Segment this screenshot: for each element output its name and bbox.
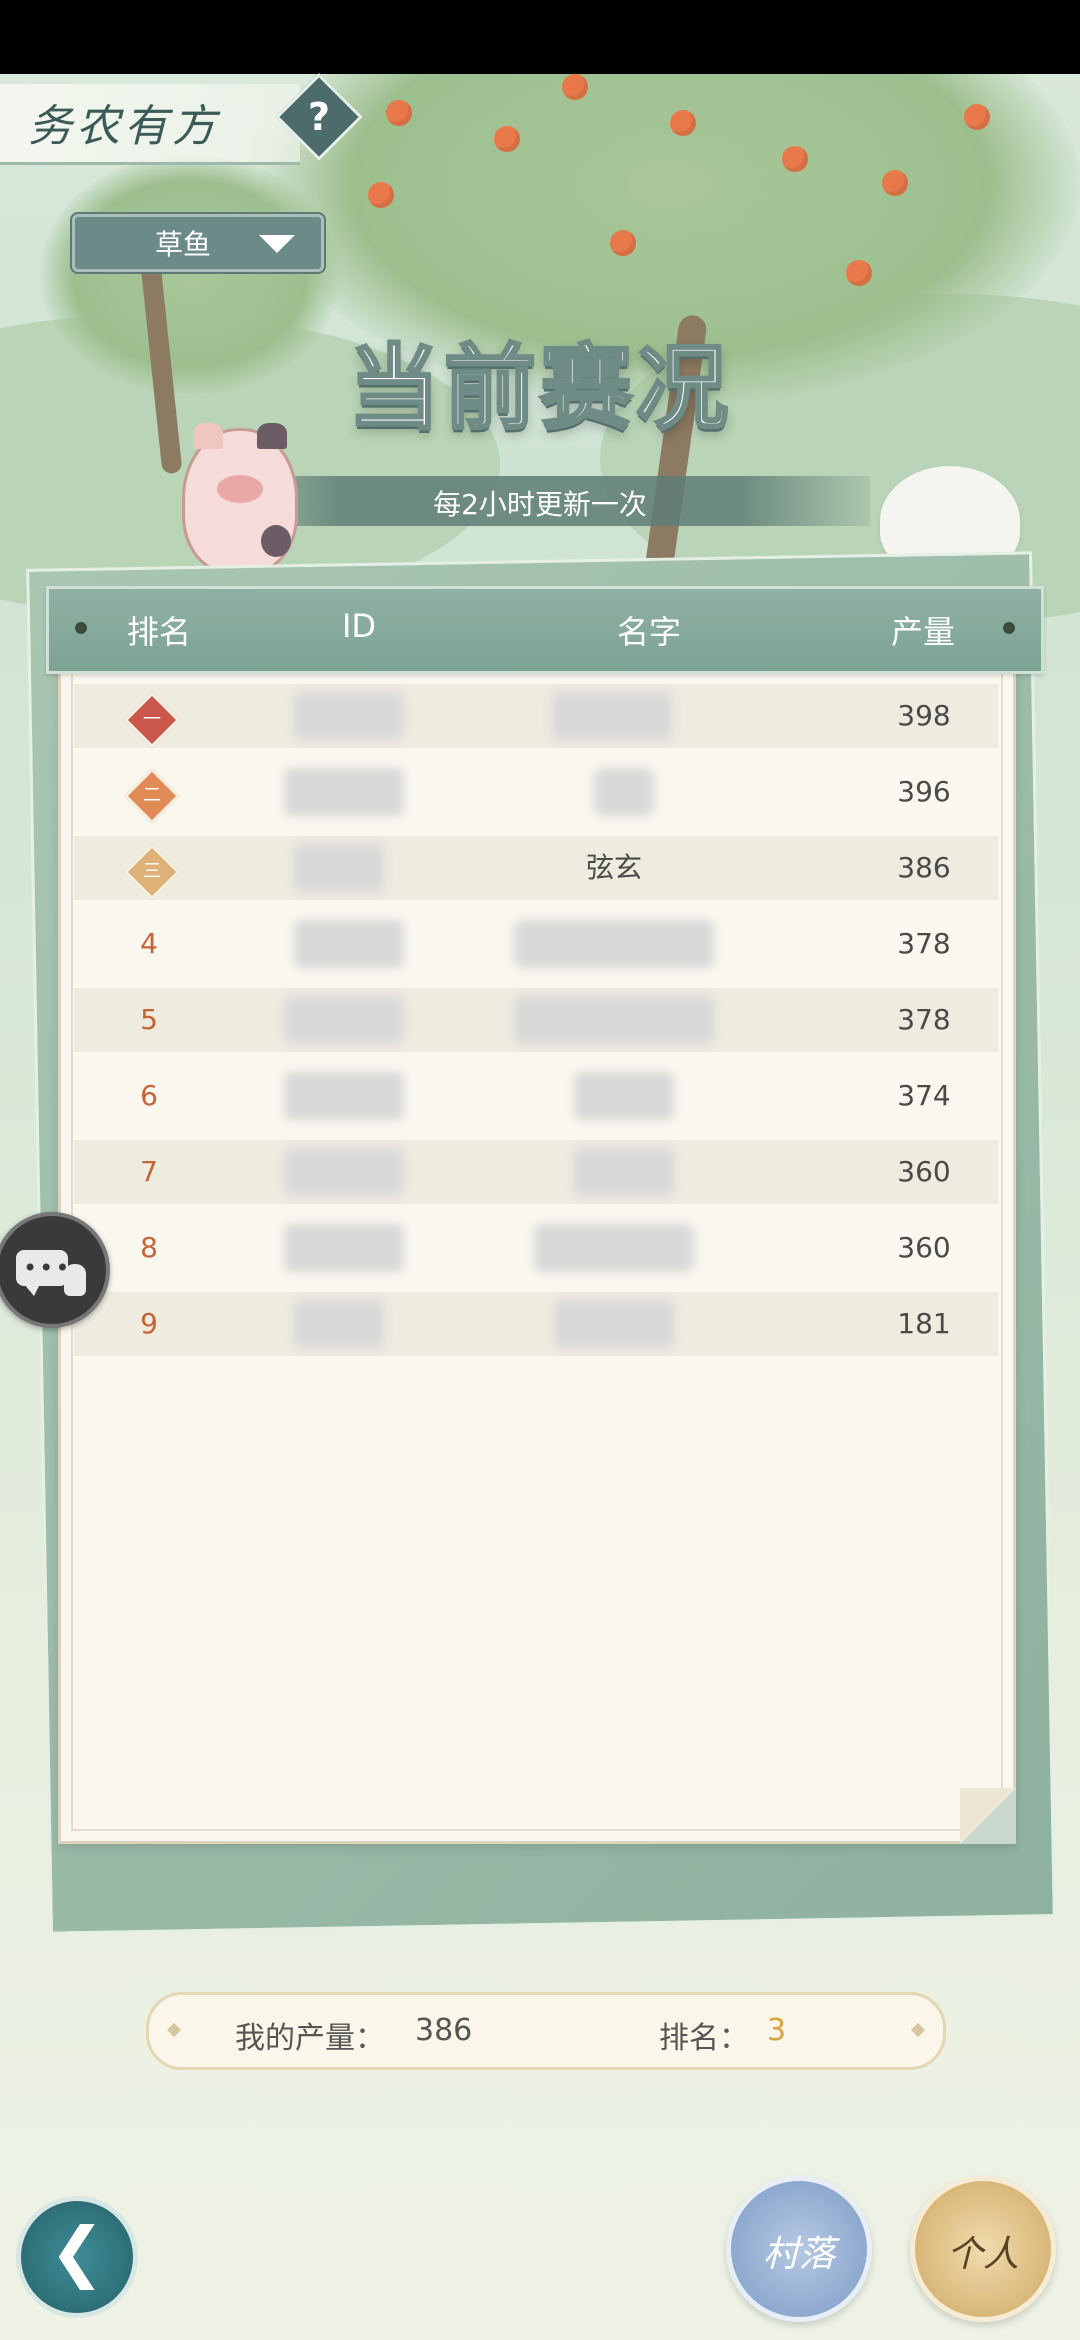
back-arrow-icon[interactable]: ❮ [16,2196,138,2318]
masked-name [514,920,714,968]
masked-name [514,996,714,1044]
masked-id [294,692,404,740]
table-row[interactable]: 一 398 [74,684,998,749]
masked-name [574,1148,674,1196]
masked-id [294,1300,384,1348]
page-curl-decoration [960,1788,1016,1844]
table-row[interactable]: 4 378 [74,912,998,976]
row-output: 398 [897,699,951,732]
rank-medal-icon: 二 [123,767,181,825]
masked-id [294,844,384,892]
masked-name [594,768,654,816]
table-row[interactable]: 7 360 [74,1140,998,1204]
column-header-id: ID [341,607,377,645]
leaderboard-header: 排名 ID 名字 产量 [46,586,1044,674]
personal-button[interactable]: 个人 [910,2176,1056,2322]
table-row[interactable]: 6 374 [74,1064,998,1128]
row-rank: 6 [140,1079,158,1112]
masked-id [284,1148,404,1196]
column-header-name: 名字 [616,613,681,651]
row-rank: 7 [140,1155,158,1188]
table-row[interactable]: 三 弦玄 386 [74,836,998,901]
masked-id [294,920,404,968]
update-note-banner: 每2小时更新一次 [210,476,870,526]
game-title-banner: 务农有方 [0,84,300,165]
pig-mascot-icon [182,423,298,574]
masked-id [284,1224,404,1272]
row-output: 360 [897,1231,951,1264]
masked-name [534,1224,694,1272]
masked-id [284,1072,404,1120]
row-output: 181 [897,1307,951,1340]
table-row[interactable]: 5 378 [74,988,998,1052]
table-row[interactable]: 8 360 [74,1216,998,1280]
chevron-down-icon [259,235,295,253]
rank-medal-icon: 三 [123,843,181,901]
column-header-rank: 排名 [126,613,191,651]
game-title: 务农有方 [28,101,220,152]
row-rank: 5 [140,1003,158,1036]
page-title: 当前赛况 [346,334,732,444]
village-button-label: 村落 [762,2234,835,2275]
row-output: 378 [897,927,951,960]
masked-name [552,692,672,740]
masked-name [554,1300,674,1348]
row-rank: 4 [140,927,158,960]
back-glyph: ❮ [49,2213,105,2290]
village-button[interactable]: 村落 [726,2176,872,2322]
my-output-label: 我的产量： [235,2021,385,2056]
update-note: 每2小时更新一次 [433,488,647,521]
row-output: 396 [897,775,951,808]
row-output: 374 [897,1079,951,1112]
my-rank-label: 排名： [659,2021,749,2056]
crop-dropdown-value: 草鱼 [155,228,212,261]
row-output: 386 [897,851,951,884]
row-rank: 9 [140,1307,158,1340]
masked-name [574,1072,674,1120]
status-bar [0,0,1080,74]
my-stats-bar: 我的产量： 386 排名： 3 [146,1992,946,2070]
masked-id [284,996,404,1044]
row-name: 弦玄 [585,851,642,884]
table-row[interactable]: 二 396 [74,760,998,825]
crop-dropdown[interactable]: 草鱼 [72,214,324,272]
personal-button-label: 个人 [946,2234,1019,2275]
my-rank-value: 3 [767,2013,787,2048]
table-row[interactable]: 9 181 [74,1292,998,1356]
masked-id [284,768,404,816]
row-output: 360 [897,1155,951,1188]
my-output-value: 386 [415,2013,473,2048]
rank-medal-icon: 一 [123,691,181,749]
row-output: 378 [897,1003,951,1036]
row-rank: 8 [140,1231,158,1264]
column-header-output: 产量 [890,613,955,651]
